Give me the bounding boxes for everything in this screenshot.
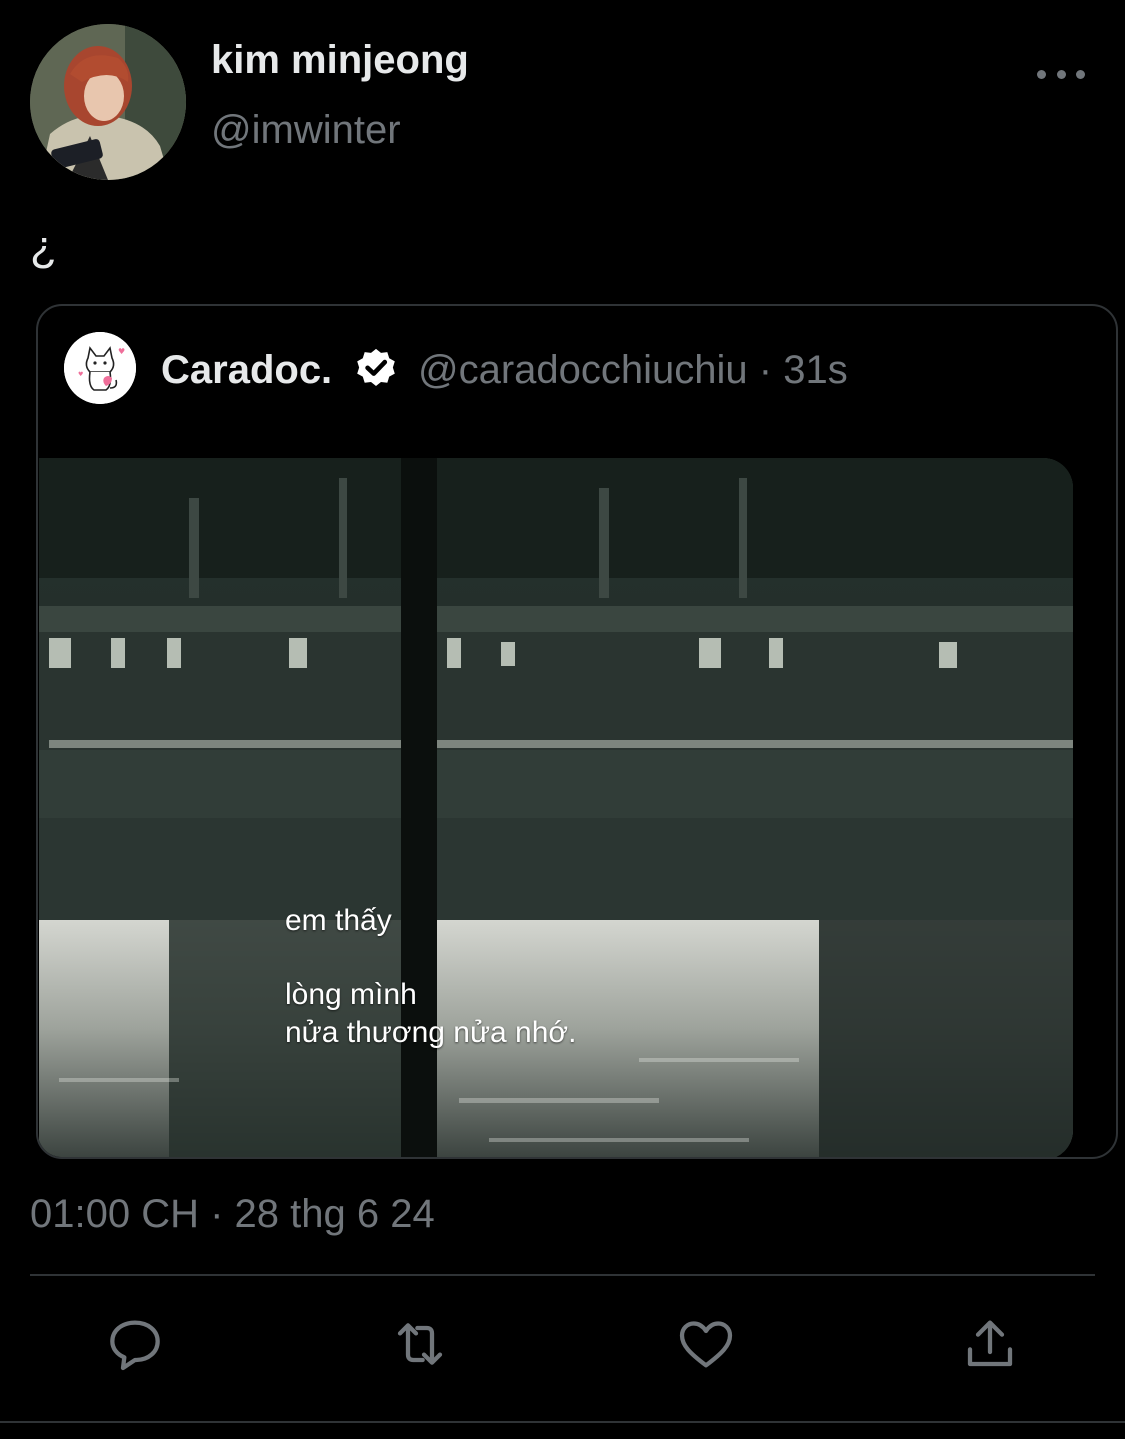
caption-line-3: nửa thương nửa nhớ. xyxy=(285,1016,577,1049)
tweet-timestamp[interactable]: 01:00 CH · 28 thg 6 24 xyxy=(30,1192,435,1237)
bridge-photo xyxy=(39,458,1073,1157)
caption-line-1: em thấy xyxy=(285,904,392,937)
author-display-name[interactable]: kim minjeong xyxy=(211,38,469,83)
dot xyxy=(1037,69,1046,79)
cat-icon: ♥ ♥ xyxy=(64,332,136,404)
quote-media-image[interactable]: em thấy lòng mình nửa thương nửa nhớ. xyxy=(39,458,1073,1157)
author-handle[interactable]: @imwinter xyxy=(211,108,401,153)
more-options-icon[interactable] xyxy=(1037,60,1085,88)
share-button[interactable] xyxy=(958,1312,1022,1376)
tweet-text: ¿ xyxy=(30,222,57,271)
share-icon xyxy=(967,1320,1013,1367)
reply-icon xyxy=(110,1320,160,1371)
bottom-divider xyxy=(0,1421,1125,1423)
divider xyxy=(30,1274,1095,1276)
retweet-button[interactable] xyxy=(388,1312,452,1376)
quote-display-name[interactable]: Caradoc. xyxy=(161,348,332,393)
svg-text:♥: ♥ xyxy=(78,371,83,378)
quote-handle-time[interactable]: @caradocchiuchiu · 31s xyxy=(418,348,848,393)
caption-line-2: lòng mình xyxy=(285,978,417,1011)
svg-text:♥: ♥ xyxy=(118,347,125,356)
quote-avatar[interactable]: ♥ ♥ xyxy=(64,332,136,404)
quoted-tweet-card[interactable]: ♥ ♥ Caradoc. @caradocchiuchiu · 31s em t… xyxy=(36,304,1118,1159)
action-bar xyxy=(0,1312,1125,1382)
dot xyxy=(1056,69,1066,79)
like-icon xyxy=(679,1321,733,1368)
reply-button[interactable] xyxy=(103,1312,167,1376)
profile-photo-icon xyxy=(30,24,186,180)
verified-badge-icon xyxy=(357,348,395,387)
author-avatar[interactable] xyxy=(30,24,186,180)
dot xyxy=(1076,69,1085,79)
like-button[interactable] xyxy=(674,1312,738,1376)
retweet-icon xyxy=(397,1323,443,1365)
